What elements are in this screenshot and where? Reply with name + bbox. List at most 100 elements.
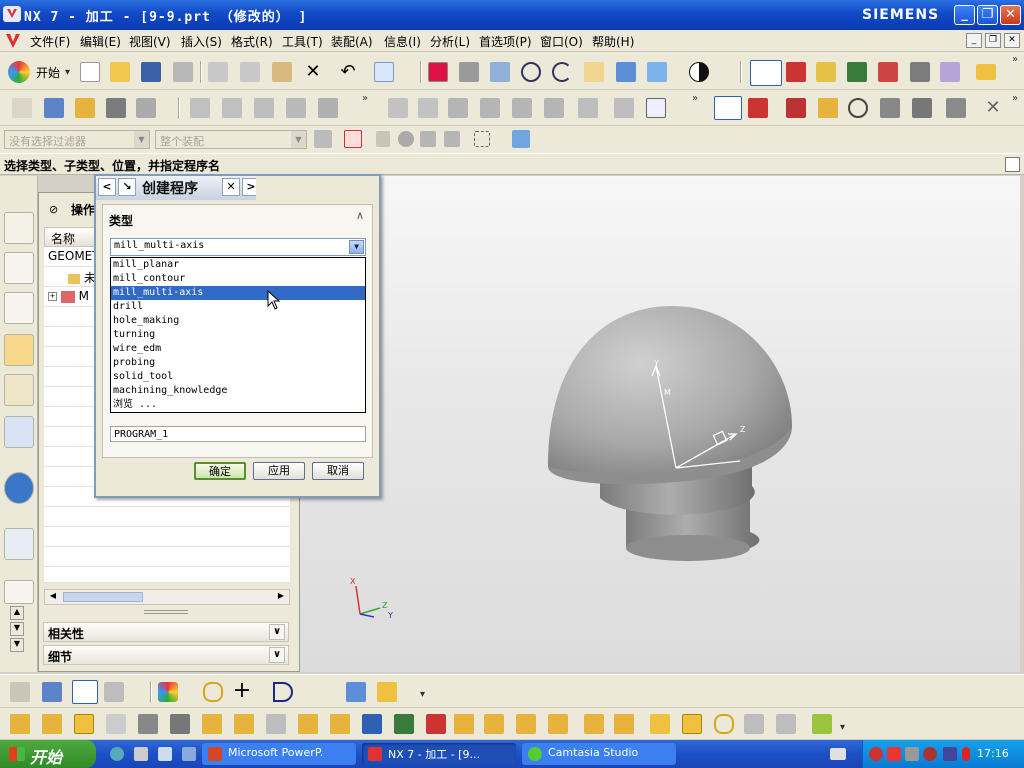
zoom-icon[interactable] bbox=[490, 62, 510, 82]
shape-icon[interactable] bbox=[158, 682, 178, 702]
datum-icon[interactable] bbox=[346, 682, 366, 702]
dialog-close-button[interactable]: ✕ bbox=[222, 178, 240, 196]
op-face-icon[interactable] bbox=[106, 714, 126, 734]
mdi-close-button[interactable]: ✕ bbox=[1004, 33, 1020, 48]
option-wire-edm[interactable]: wire_edm bbox=[111, 342, 365, 356]
cut-region-icon[interactable] bbox=[880, 98, 900, 118]
rectangle-select-icon[interactable] bbox=[474, 131, 490, 147]
scroll-right-icon[interactable]: ▶ bbox=[275, 591, 287, 603]
curve-icon[interactable] bbox=[273, 682, 293, 702]
option-mill-planar[interactable]: mill_planar bbox=[111, 258, 365, 272]
back-icon[interactable]: < bbox=[98, 178, 116, 196]
replay-icon[interactable] bbox=[910, 62, 930, 82]
option-drill[interactable]: drill bbox=[111, 300, 365, 314]
geometry-view-icon[interactable] bbox=[786, 98, 806, 118]
details-section[interactable]: 细节 ∨ bbox=[43, 645, 289, 665]
horizontal-scrollbar[interactable]: ◀ ▶ bbox=[44, 589, 290, 605]
copy-object-icon[interactable] bbox=[448, 98, 468, 118]
menu-insert[interactable]: 插入(S) bbox=[181, 33, 222, 50]
background-icon[interactable] bbox=[689, 62, 709, 82]
toolbar-dropdown-icon[interactable]: ▾ bbox=[420, 689, 425, 700]
machine-tool-view-icon[interactable] bbox=[748, 98, 768, 118]
create-geometry-icon[interactable] bbox=[72, 680, 98, 704]
op-list-icon[interactable] bbox=[776, 714, 796, 734]
print-icon[interactable] bbox=[173, 62, 193, 82]
op-boundary-icon[interactable] bbox=[584, 714, 604, 734]
part-navigator-tab-icon[interactable] bbox=[4, 252, 34, 284]
toolbar-overflow-icon[interactable]: » bbox=[692, 93, 698, 104]
program-name-field[interactable]: PROGRAM_1 bbox=[110, 426, 366, 442]
wcs-icon[interactable] bbox=[750, 60, 782, 86]
operation-navigator-tab-icon[interactable] bbox=[4, 212, 34, 244]
option-machining-knowledge[interactable]: machining_knowledge bbox=[111, 384, 365, 398]
type-dropdown-list[interactable]: mill_planar mill_contour mill_multi-axis… bbox=[110, 257, 366, 413]
magnify-icon[interactable] bbox=[521, 62, 541, 82]
type-combo[interactable]: mill_multi-axis ▼ bbox=[110, 238, 366, 256]
program-order-view-icon[interactable] bbox=[714, 96, 742, 120]
op-contour-icon[interactable] bbox=[42, 714, 62, 734]
menu-tools[interactable]: 工具(T) bbox=[282, 33, 323, 50]
create-geometry-icon[interactable] bbox=[75, 98, 95, 118]
option-probing[interactable]: probing bbox=[111, 356, 365, 370]
app-tray-icon[interactable] bbox=[887, 747, 901, 761]
shop-doc-icon[interactable] bbox=[976, 64, 996, 80]
create-tool-icon[interactable] bbox=[44, 98, 64, 118]
restore-button[interactable]: ❐ bbox=[977, 5, 998, 25]
media-tray-icon[interactable] bbox=[923, 747, 937, 761]
op-chamfer-icon[interactable] bbox=[298, 714, 318, 734]
security-tray-icon[interactable] bbox=[962, 747, 970, 761]
scroll-end-icon[interactable]: ▼ bbox=[10, 638, 24, 652]
task-camtasia[interactable]: Camtasia Studio bbox=[522, 743, 676, 765]
pan-icon[interactable] bbox=[584, 62, 604, 82]
toolbar-overflow-icon[interactable]: » bbox=[1012, 93, 1018, 104]
scope-filter-combo[interactable]: 整个装配 ▼ bbox=[155, 130, 307, 149]
type-filter-combo[interactable]: 没有选择过滤器 ▼ bbox=[4, 130, 150, 149]
rotate-icon[interactable] bbox=[552, 62, 572, 82]
op-flow-icon[interactable] bbox=[454, 714, 474, 734]
option-hole-making[interactable]: hole_making bbox=[111, 314, 365, 328]
object-display-icon[interactable] bbox=[544, 98, 564, 118]
snap-intersect-icon[interactable] bbox=[444, 131, 460, 147]
open-folder-icon[interactable] bbox=[110, 62, 130, 82]
create-program-icon[interactable] bbox=[10, 682, 30, 702]
system-materials-tab-icon[interactable] bbox=[4, 416, 34, 448]
scroll-thumb[interactable] bbox=[63, 592, 143, 602]
menu-help[interactable]: 帮助(H) bbox=[592, 33, 634, 50]
snap-mid-icon[interactable] bbox=[398, 131, 414, 147]
op-planar-icon[interactable] bbox=[10, 714, 30, 734]
new-file-icon[interactable] bbox=[80, 62, 100, 82]
toolbar-dropdown-icon[interactable]: ▾ bbox=[840, 722, 845, 733]
record-tray-icon[interactable] bbox=[869, 747, 883, 761]
option-solid-tool[interactable]: solid_tool bbox=[111, 370, 365, 384]
snap-point-icon[interactable] bbox=[344, 130, 362, 148]
template-icon[interactable] bbox=[614, 98, 634, 118]
cut-object-icon[interactable] bbox=[418, 98, 438, 118]
generate-path-icon[interactable] bbox=[190, 98, 210, 118]
minimize-button[interactable]: _ bbox=[954, 5, 975, 25]
start-icon[interactable] bbox=[8, 61, 30, 83]
machine-tool-icon[interactable] bbox=[578, 98, 598, 118]
option-mill-contour[interactable]: mill_contour bbox=[111, 272, 365, 286]
op-drill-icon[interactable] bbox=[202, 714, 222, 734]
status-toggle-icon[interactable] bbox=[1005, 157, 1020, 172]
roles-tab-icon[interactable] bbox=[4, 580, 34, 604]
dialog-menu-icon[interactable]: ↘ bbox=[118, 178, 136, 196]
volume-tray-icon[interactable] bbox=[943, 747, 957, 761]
create-tool-icon[interactable] bbox=[42, 682, 62, 702]
menu-file[interactable]: 文件(F) bbox=[30, 33, 70, 50]
op-zlevel-icon[interactable] bbox=[138, 714, 158, 734]
op-block-icon[interactable] bbox=[682, 714, 702, 734]
cancel-button[interactable]: 取消 bbox=[312, 462, 364, 480]
op-link-icon[interactable] bbox=[714, 714, 734, 734]
selection-icon[interactable] bbox=[374, 62, 394, 82]
chevron-down-icon[interactable]: ∨ bbox=[269, 624, 285, 640]
toolbar-overflow-icon[interactable]: » bbox=[362, 93, 368, 104]
wcs-orient-icon[interactable] bbox=[786, 62, 806, 82]
point-icon[interactable]: + bbox=[232, 680, 252, 702]
ipw-icon[interactable] bbox=[912, 98, 932, 118]
op-multi-icon[interactable] bbox=[426, 714, 446, 734]
reuse-library-tab-icon[interactable] bbox=[4, 334, 34, 366]
link-icon[interactable] bbox=[203, 682, 223, 702]
op-solid-icon[interactable] bbox=[650, 714, 670, 734]
op-verify-icon[interactable] bbox=[812, 714, 832, 734]
